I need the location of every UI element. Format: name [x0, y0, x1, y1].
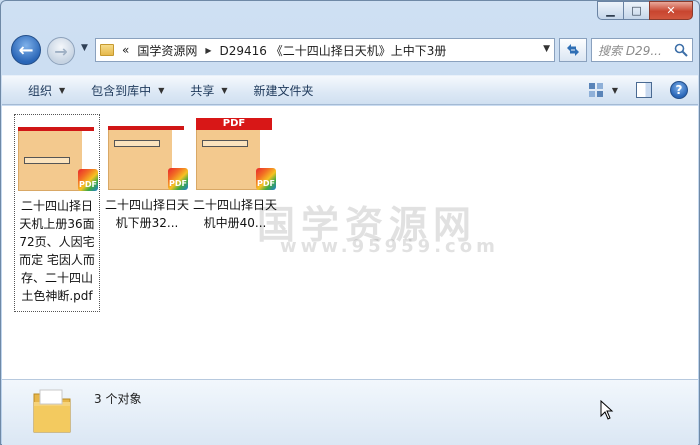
view-controls: ▼ ?	[588, 81, 688, 99]
close-button[interactable]: ✕	[649, 1, 693, 20]
recent-pages-dropdown[interactable]: ▼	[81, 43, 88, 53]
preview-pane-icon[interactable]	[636, 82, 652, 98]
share-label: 共享	[190, 83, 215, 98]
pdf-thumbnail: PDF	[108, 118, 188, 190]
pdf-badge-icon: PDF	[256, 168, 276, 190]
chevron-down-icon: ▼	[158, 85, 165, 95]
breadcrumb-arrow-icon[interactable]: ▶	[205, 46, 211, 55]
pdf-badge-icon: PDF	[78, 169, 98, 191]
preview-title-box	[114, 140, 160, 147]
include-in-library-label: 包含到库中	[91, 83, 152, 98]
command-bar: 组织 ▼ 包含到库中 ▼ 共享 ▼ 新建文件夹 ▼ ?	[2, 75, 698, 105]
include-in-library-menu[interactable]: 包含到库中 ▼	[91, 82, 164, 99]
explorer-window: ▁ □ ✕ ← → ▼ « 国学资源网 ▶ D29416 《二十四山择日天机》上…	[0, 0, 700, 445]
chevron-down-icon: ▼	[221, 85, 228, 95]
file-item[interactable]: PDF 二十四山择日天机下册32...	[104, 114, 190, 232]
pdf-thumbnail: PDF PDF	[196, 118, 276, 190]
file-item[interactable]: PDF PDF 二十四山择日天机中册40...	[192, 114, 278, 232]
file-item[interactable]: PDF 二十四山择日天机上册36面72页、人因宅而定 宅因人而存、二十四山土色神…	[14, 114, 100, 312]
file-list-area[interactable]: 国学资源网 www.95959.com PDF 二十四山择日天机上册36面72页…	[2, 106, 698, 379]
search-box[interactable]: 搜索 D29...	[591, 38, 693, 62]
maximize-button[interactable]: □	[623, 1, 649, 20]
pdf-badge-icon: PDF	[168, 168, 188, 190]
view-options-dropdown-icon[interactable]: ▼	[612, 86, 618, 95]
breadcrumb-current[interactable]: D29416 《二十四山择日天机》上中下3册	[220, 42, 447, 59]
watermark-url: www.95959.com	[280, 236, 499, 257]
breadcrumb-root[interactable]: 国学资源网	[137, 42, 197, 59]
minimize-button[interactable]: ▁	[597, 1, 623, 20]
organize-label: 组织	[28, 83, 53, 98]
help-button[interactable]: ?	[670, 81, 688, 99]
preview-title-box	[202, 140, 248, 147]
refresh-button[interactable]	[559, 38, 587, 62]
details-pane: 3 个对象	[2, 379, 698, 445]
search-icon[interactable]	[674, 43, 688, 57]
forward-button[interactable]: →	[47, 37, 75, 65]
change-view-icon[interactable]	[588, 82, 604, 98]
address-bar[interactable]: « 国学资源网 ▶ D29416 《二十四山择日天机》上中下3册 ▼	[95, 38, 555, 62]
folder-icon	[33, 389, 71, 433]
address-dropdown-icon[interactable]: ▼	[543, 44, 550, 54]
navigation-bar: ← → ▼ « 国学资源网 ▶ D29416 《二十四山择日天机》上中下3册 ▼…	[9, 35, 693, 65]
file-name: 二十四山择日天机中册40...	[193, 198, 278, 230]
chevron-down-icon: ▼	[59, 85, 66, 95]
pdf-thumbnail: PDF	[18, 119, 98, 191]
back-button[interactable]: ←	[11, 35, 41, 65]
refresh-icon	[567, 44, 579, 56]
breadcrumb-overflow[interactable]: «	[122, 43, 129, 57]
new-folder-label: 新建文件夹	[253, 83, 314, 98]
new-folder-button[interactable]: 新建文件夹	[254, 82, 314, 99]
share-menu[interactable]: 共享 ▼	[190, 82, 227, 99]
folder-icon	[100, 44, 114, 56]
file-name: 二十四山择日天机上册36面72页、人因宅而定 宅因人而存、二十四山土色神断.pd…	[19, 199, 95, 303]
item-count: 3 个对象	[94, 392, 142, 406]
file-name: 二十四山择日天机下册32...	[105, 198, 190, 230]
preview-pdf-header: PDF	[196, 118, 272, 130]
search-placeholder: 搜索 D29...	[598, 43, 662, 58]
mouse-pointer-icon	[600, 400, 614, 420]
organize-menu[interactable]: 组织 ▼	[28, 82, 65, 99]
preview-title-box	[24, 157, 70, 164]
caption-buttons: ▁ □ ✕	[597, 1, 693, 20]
